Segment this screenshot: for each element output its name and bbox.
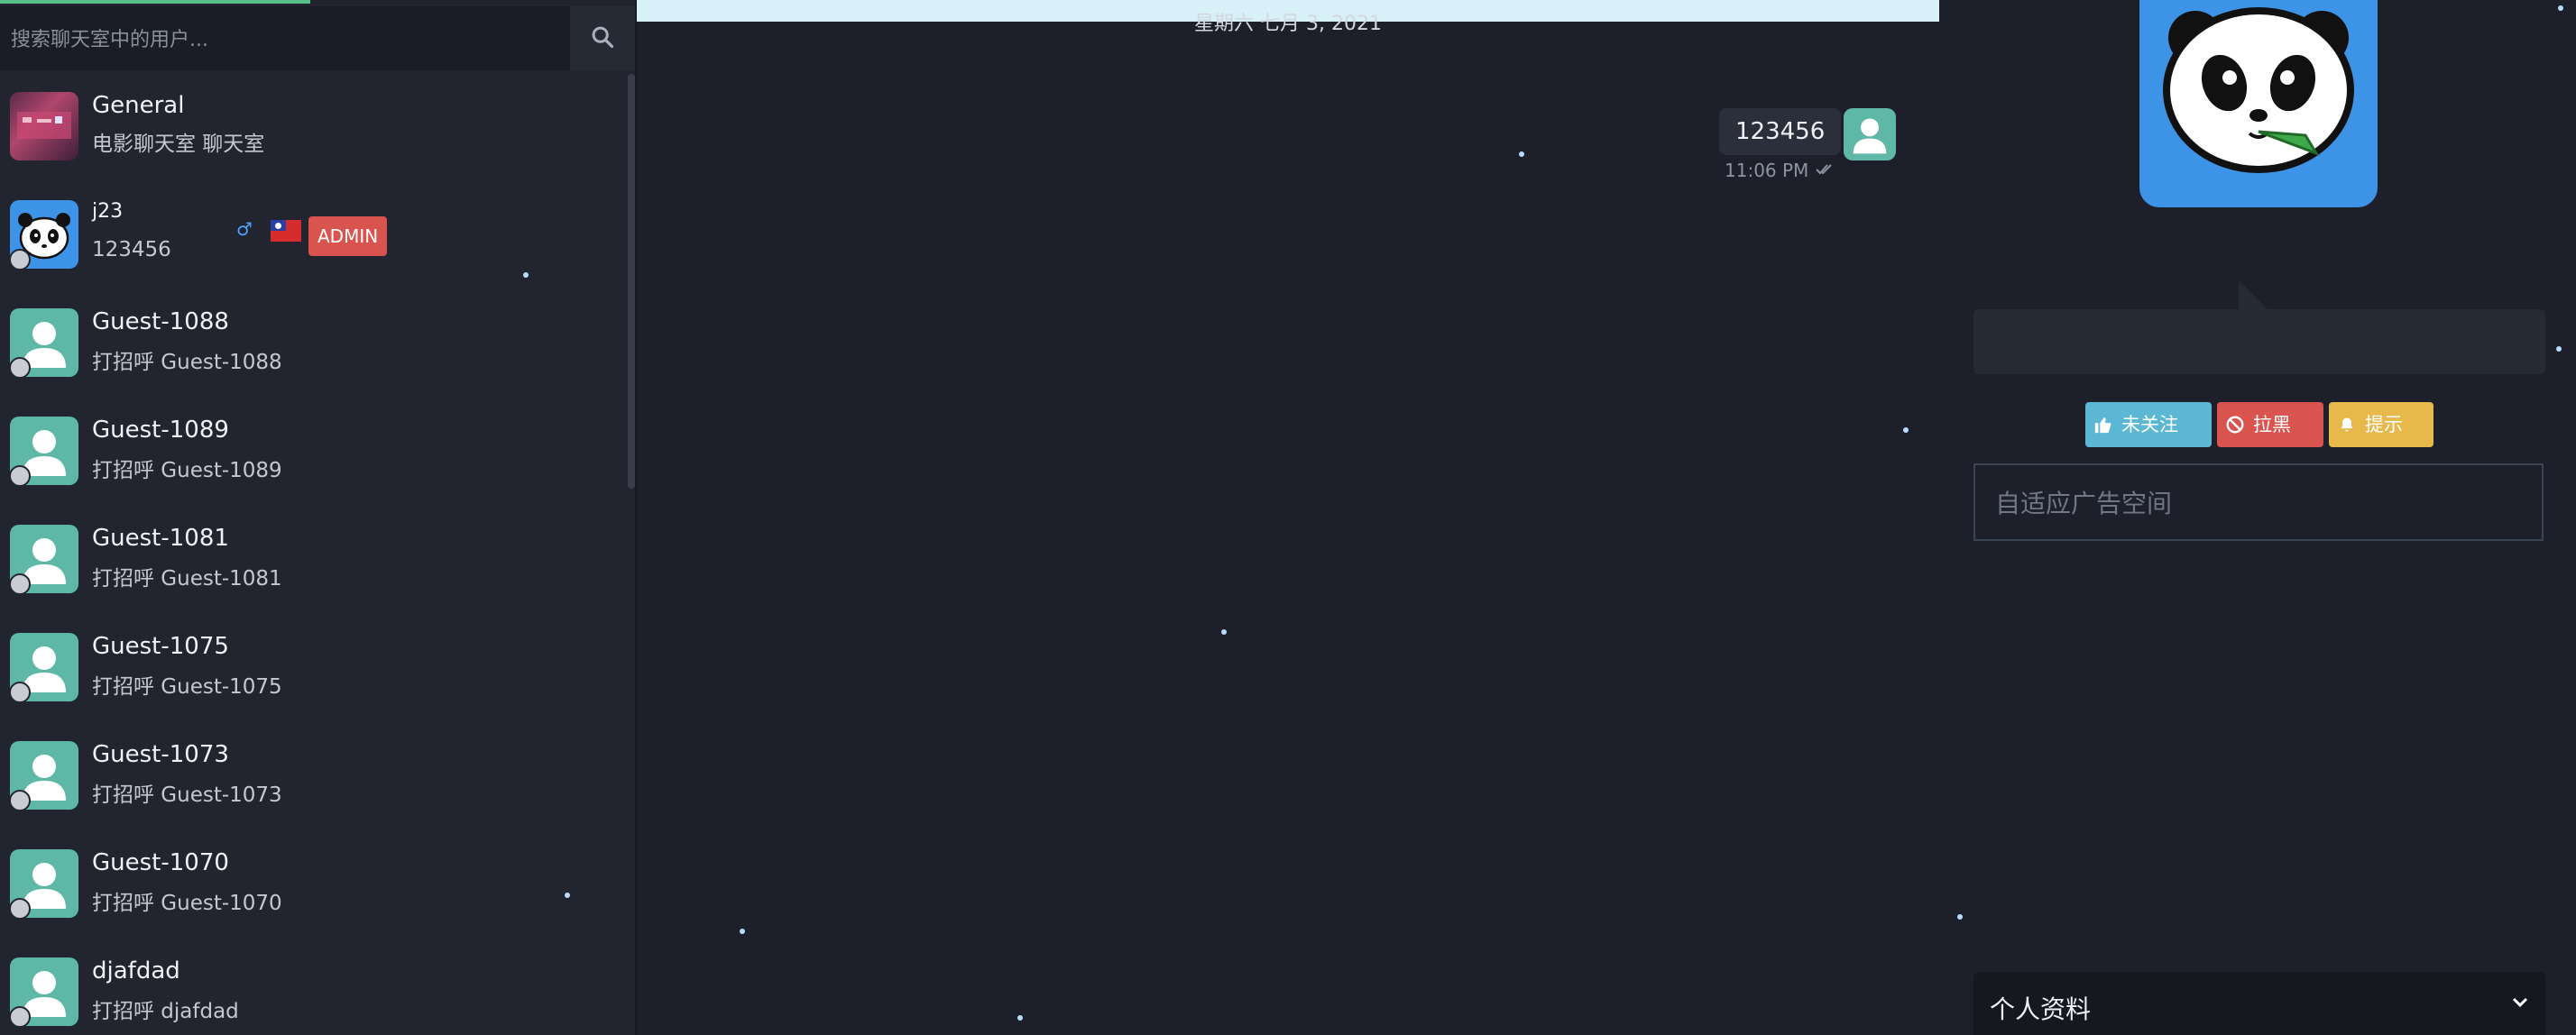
decorative-star: [1017, 1015, 1023, 1021]
list-item-djafdad[interactable]: djafdad 打招呼 djafdad: [0, 938, 626, 1035]
decorative-star: [1519, 151, 1524, 157]
chat-app: General 电影聊天室 聊天室 j23 ♂: [0, 0, 2576, 1035]
profile-section-title: 个人资料: [1990, 994, 2092, 1024]
decorative-star: [565, 893, 570, 898]
profile-panda-avatar: [2139, 0, 2378, 207]
online-status-dot: [9, 573, 31, 595]
block-button[interactable]: 拉黑: [2217, 402, 2323, 447]
message-bubble[interactable]: 123456: [1719, 108, 1842, 155]
user-list: General 电影聊天室 聊天室 j23 ♂ ADMIN 123456 Gue…: [0, 72, 626, 1035]
online-status-dot: [9, 249, 31, 270]
list-item-guest-1088[interactable]: Guest-1088 打招呼 Guest-1088: [0, 289, 626, 397]
user-last-message: 打招呼 Guest-1073: [92, 783, 282, 807]
bell-icon: [2329, 416, 2365, 434]
speech-bubble-tail: [2239, 280, 2269, 311]
search-bar: [0, 6, 635, 70]
list-item-guest-1073[interactable]: Guest-1073 打招呼 Guest-1073: [0, 721, 626, 829]
user-name: Guest-1088: [92, 308, 229, 335]
ad-placeholder: 自适应广告空间: [1973, 463, 2544, 541]
user-last-message: 打招呼 Guest-1075: [92, 675, 282, 699]
user-search-input[interactable]: [9, 14, 563, 66]
alert-button[interactable]: 提示: [2329, 402, 2433, 447]
chat-area: 星期六 七月 3, 2021 123456 11:06 PM: [523, 0, 1939, 1035]
follow-button-label: 未关注: [2121, 414, 2178, 435]
user-last-message: 电影聊天室 聊天室: [92, 133, 265, 156]
user-list-scrollbar[interactable]: [628, 74, 635, 489]
profile-status-bubble: [1973, 309, 2545, 374]
list-item-general[interactable]: General 电影聊天室 聊天室: [0, 72, 626, 180]
online-status-dot: [9, 357, 31, 379]
flag-icon: [271, 220, 301, 242]
user-name: General: [92, 92, 185, 119]
online-status-dot: [9, 465, 31, 487]
user-name: Guest-1073: [92, 741, 229, 768]
list-item-j23[interactable]: j23 ♂ ADMIN 123456: [0, 180, 626, 289]
user-name: Guest-1089: [92, 417, 229, 444]
user-name: j23: [92, 200, 124, 223]
user-name: Guest-1070: [92, 849, 229, 876]
list-item-guest-1081[interactable]: Guest-1081 打招呼 Guest-1081: [0, 505, 626, 613]
user-name: djafdad: [92, 957, 180, 985]
alert-button-label: 提示: [2365, 414, 2403, 435]
room-avatar: [10, 92, 78, 160]
decorative-star: [2556, 346, 2562, 352]
admin-badge: ADMIN: [308, 216, 388, 256]
online-status-dot: [9, 1006, 31, 1028]
user-last-message: 打招呼 Guest-1081: [92, 567, 282, 591]
user-name: Guest-1075: [92, 633, 229, 660]
decorative-star: [1957, 914, 1963, 920]
decorative-star: [2558, 5, 2563, 11]
list-item-guest-1075[interactable]: Guest-1075 打招呼 Guest-1075: [0, 613, 626, 721]
search-progress-bar: [0, 0, 310, 4]
block-button-label: 拉黑: [2253, 414, 2291, 435]
thumbs-up-icon: [2085, 415, 2121, 435]
user-last-message: 打招呼 Guest-1088: [92, 351, 282, 374]
male-icon: ♂: [236, 218, 253, 240]
message-avatar[interactable]: [1844, 108, 1896, 160]
user-last-message: 打招呼 Guest-1070: [92, 892, 282, 915]
search-icon: [590, 24, 615, 53]
profile-section-header[interactable]: 个人资料: [1973, 972, 2545, 1035]
message-timestamp: 11:06 PM: [1725, 160, 1809, 181]
online-status-dot: [9, 682, 31, 703]
list-item-guest-1089[interactable]: Guest-1089 打招呼 Guest-1089: [0, 397, 626, 505]
user-name: Guest-1081: [92, 525, 229, 552]
user-sidebar: General 电影聊天室 聊天室 j23 ♂: [0, 0, 637, 1035]
decorative-star: [740, 929, 745, 934]
search-button[interactable]: [570, 6, 635, 70]
decorative-star: [523, 272, 529, 278]
user-last-message: 打招呼 djafdad: [92, 1000, 239, 1023]
user-last-message: 打招呼 Guest-1089: [92, 459, 282, 482]
online-status-dot: [9, 898, 31, 920]
decorative-star: [1221, 629, 1227, 635]
user-last-message: 123456: [92, 238, 171, 261]
decorative-star: [1903, 427, 1909, 433]
follow-button[interactable]: 未关注: [2085, 402, 2212, 447]
message-time: 11:06 PM: [1725, 160, 1835, 181]
user-profile-panel: 未关注 拉黑 提示 自适应广告空间 个人资料: [1939, 0, 2576, 1035]
list-item-guest-1070[interactable]: Guest-1070 打招呼 Guest-1070: [0, 829, 626, 938]
ban-icon: [2217, 415, 2253, 435]
chat-date-divider: 星期六 七月 3, 2021: [1194, 13, 1382, 32]
chevron-down-icon: [2509, 992, 2531, 1017]
online-status-dot: [9, 790, 31, 811]
double-check-icon: [1815, 160, 1835, 181]
